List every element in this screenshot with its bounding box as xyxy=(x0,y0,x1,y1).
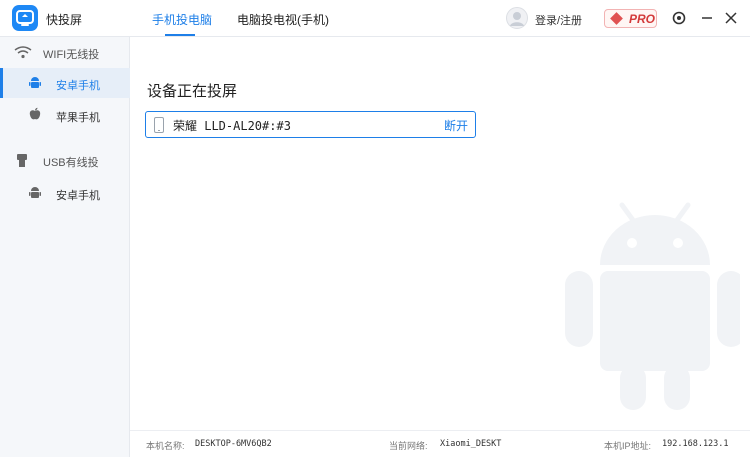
sidebar-section-label: USB有线投 xyxy=(43,157,99,169)
network-value: Xiaomi_DESKT xyxy=(440,439,502,449)
pro-label: PRO xyxy=(629,12,656,26)
minimize-icon[interactable] xyxy=(698,9,716,27)
network-label: 当前网络: xyxy=(389,441,428,451)
wifi-icon xyxy=(14,46,32,59)
tab-pc-to-tv[interactable]: 电脑投电视(手机) xyxy=(237,11,329,28)
sidebar-item-usb-android[interactable]: 安卓手机 xyxy=(0,178,130,208)
sidebar-item-wifi-apple[interactable]: 苹果手机 xyxy=(0,100,130,130)
app-logo xyxy=(12,5,38,31)
sidebar-section-label: WIFI无线投 xyxy=(43,49,100,61)
computer-name-value: DESKTOP-6MV6QB2 xyxy=(195,439,272,449)
sidebar: WIFI无线投 安卓手机 苹果手机 USB有线投 安卓手机 xyxy=(0,37,130,457)
login-register-link[interactable]: 登录/注册 xyxy=(535,12,582,28)
sidebar-section-wifi: WIFI无线投 xyxy=(0,39,130,67)
status-footer: 本机名称: DESKTOP-6MV6QB2 当前网络: Xiaomi_DESKT… xyxy=(130,430,750,457)
sidebar-item-label: 苹果手机 xyxy=(56,112,100,124)
computer-name-label: 本机名称: xyxy=(146,441,185,451)
sidebar-item-label: 安卓手机 xyxy=(56,190,100,202)
android-icon xyxy=(29,187,41,198)
avatar-icon[interactable] xyxy=(506,7,528,29)
pro-button[interactable]: PRO xyxy=(604,9,657,28)
sidebar-item-label: 安卓手机 xyxy=(56,80,100,92)
phone-icon xyxy=(154,117,164,133)
disconnect-button[interactable]: 断开 xyxy=(444,117,468,134)
ip-value: 192.168.123.1 xyxy=(662,439,729,449)
apple-icon xyxy=(29,107,41,120)
device-card: 荣耀 LLD-AL20#:#3 断开 xyxy=(145,111,476,138)
sidebar-section-usb: USB有线投 xyxy=(0,147,130,175)
usb-icon xyxy=(17,154,27,167)
page-title: 设备正在投屏 xyxy=(147,83,238,100)
tab-phone-to-pc[interactable]: 手机投电脑 xyxy=(152,11,212,28)
title-bar: 快投屏 手机投电脑 电脑投电视(手机) 登录/注册 PRO xyxy=(0,0,750,37)
close-icon[interactable] xyxy=(722,9,740,27)
ip-label: 本机IP地址: xyxy=(604,441,652,451)
diamond-icon xyxy=(610,12,623,25)
device-name: 荣耀 LLD-AL20#:#3 xyxy=(173,119,291,133)
sidebar-item-wifi-android[interactable]: 安卓手机 xyxy=(0,68,130,98)
app-name: 快投屏 xyxy=(46,13,83,27)
android-watermark-icon xyxy=(565,202,740,410)
active-tab-indicator xyxy=(165,34,195,36)
android-icon xyxy=(29,77,41,88)
settings-icon[interactable] xyxy=(670,9,688,27)
